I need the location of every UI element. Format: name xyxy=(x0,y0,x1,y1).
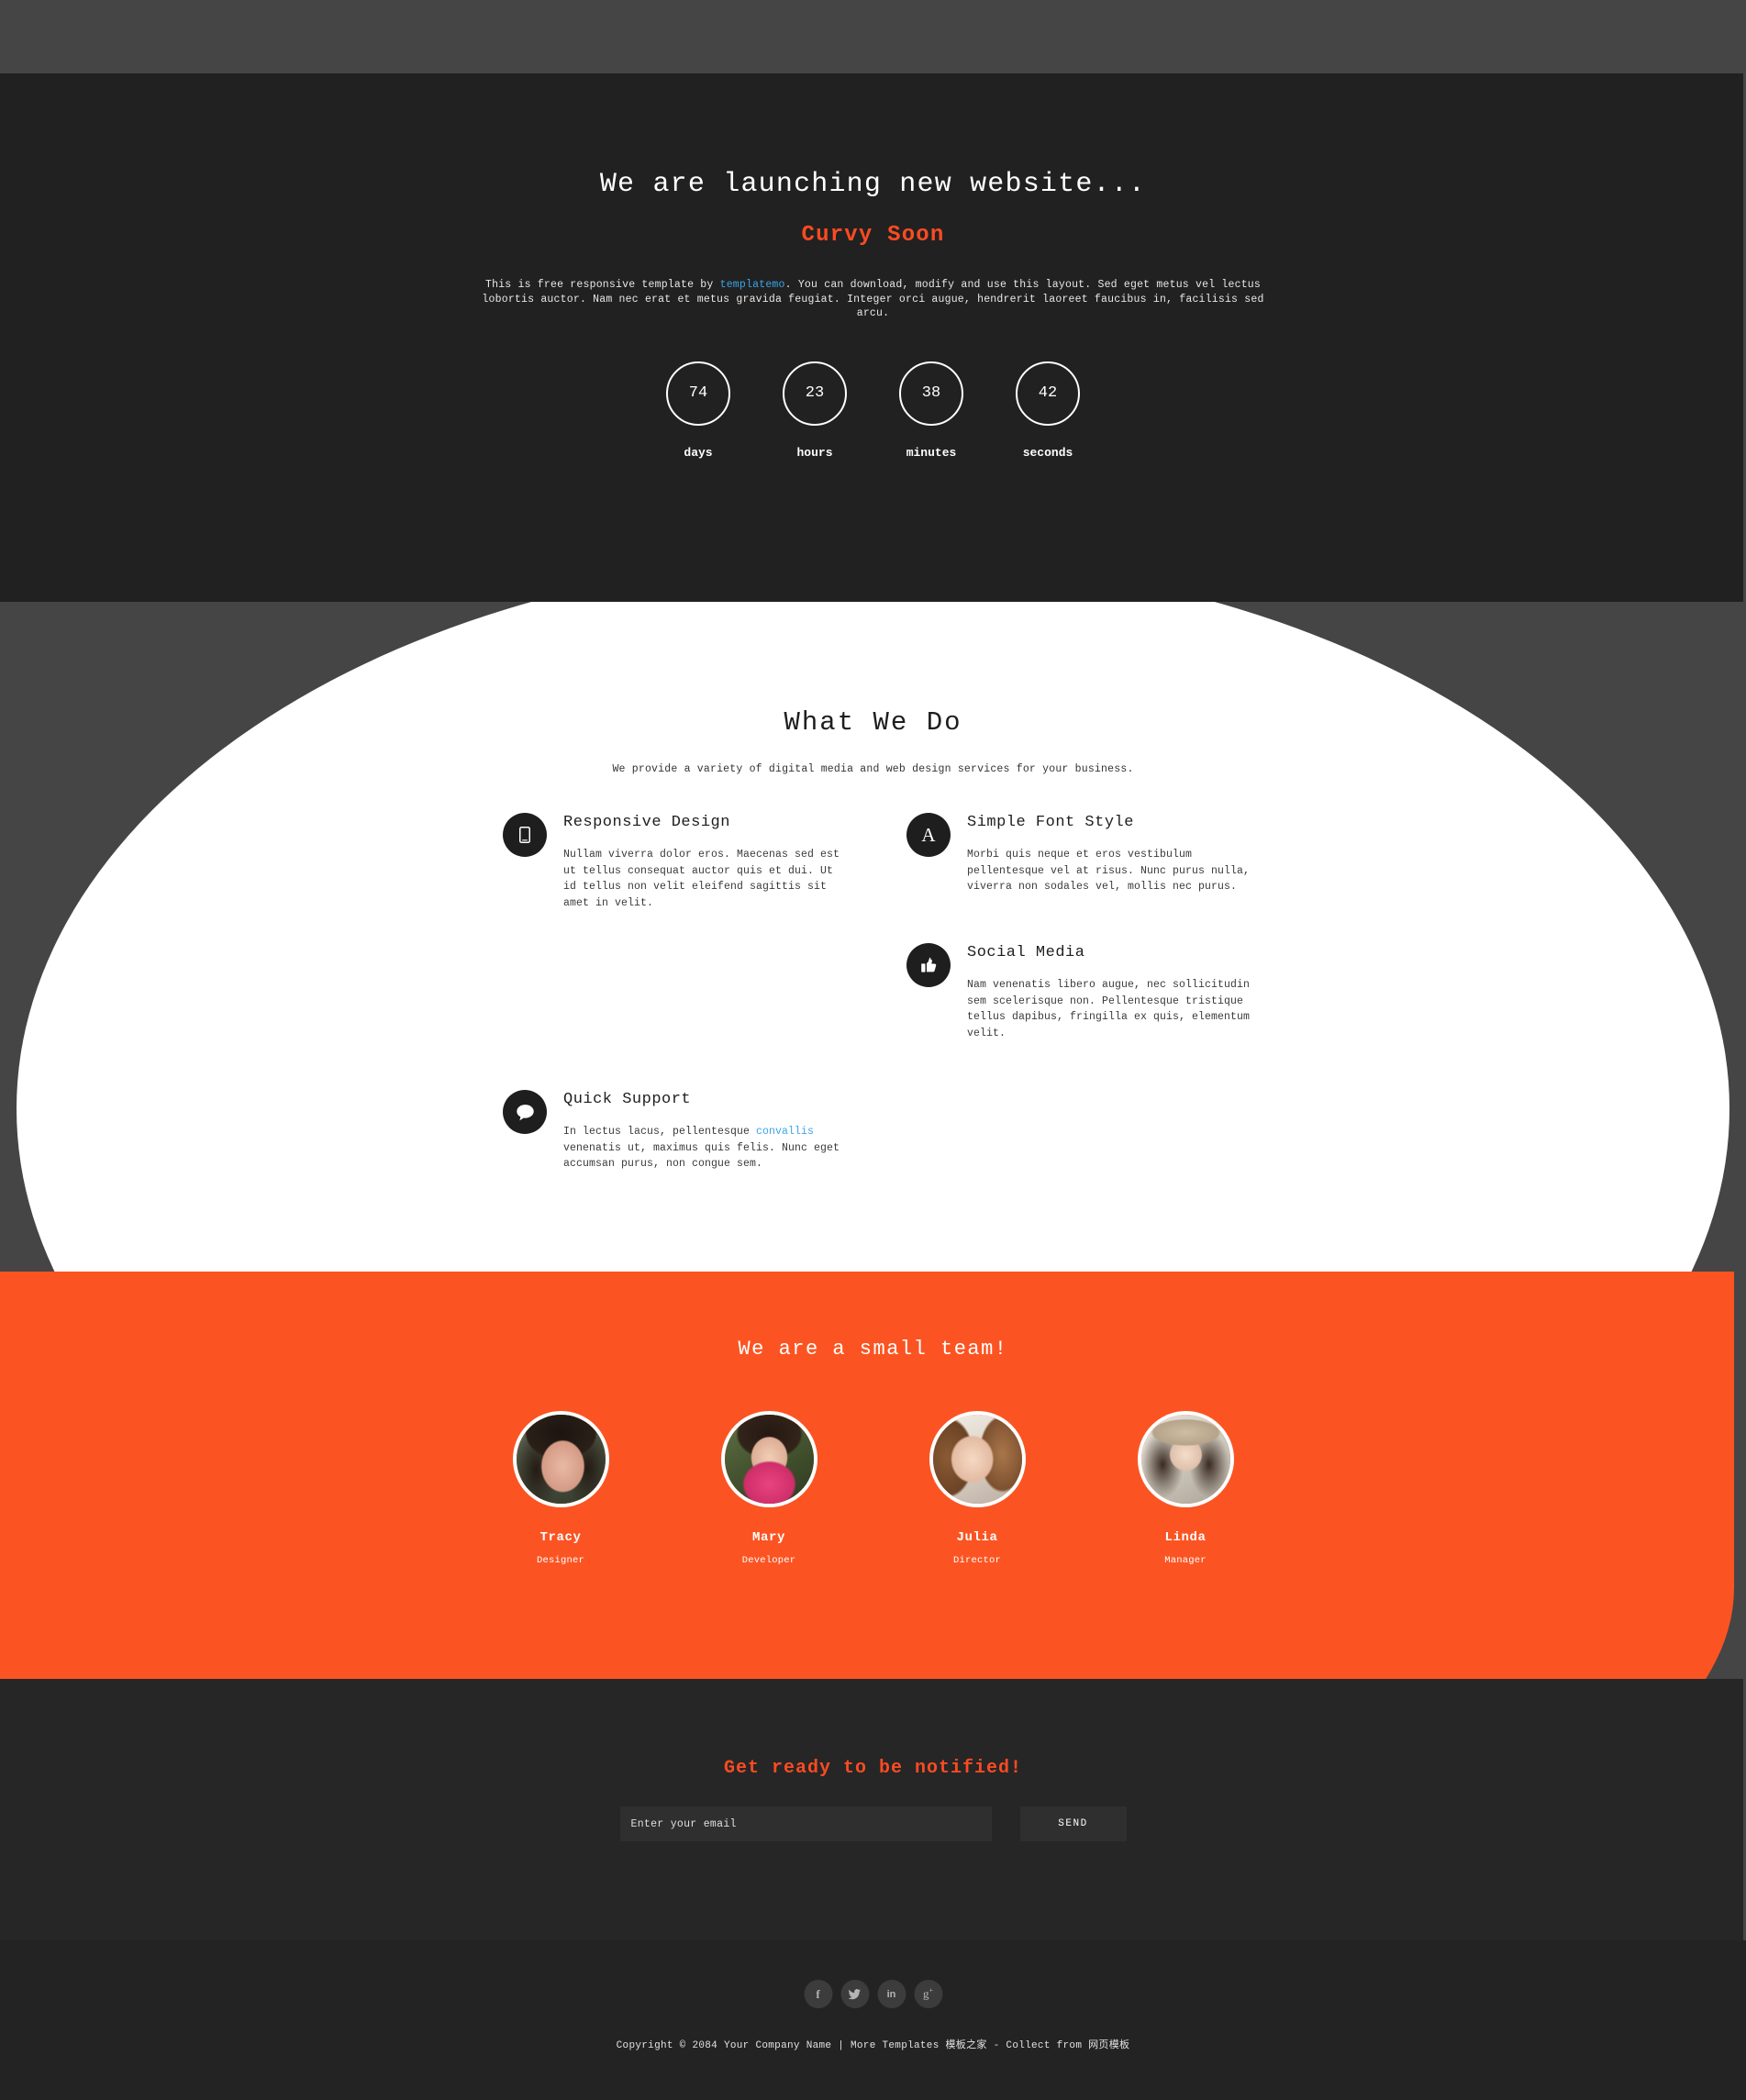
feature-title: Social Media xyxy=(967,944,1085,961)
thumbs-up-icon xyxy=(906,943,951,987)
team-member-julia: Julia Director xyxy=(907,1411,1048,1566)
member-name: Julia xyxy=(956,1530,998,1545)
feature-social-media: Social Media Nam venenatis libero augue,… xyxy=(906,941,1255,1041)
feature-text: Morbi quis neque et eros vestibulum pell… xyxy=(967,849,1251,894)
services-section: What We Do We provide a variety of digit… xyxy=(0,602,1746,1272)
team-member-list: Tracy Designer Mary Developer Julia Dire… xyxy=(491,1411,1256,1566)
team-title: We are a small team! xyxy=(738,1338,1008,1361)
mobile-icon xyxy=(503,813,547,857)
countdown-days-value: 74 xyxy=(666,361,730,426)
avatar xyxy=(720,1411,817,1507)
feature-text: In lectus lacus, pellentesque convallis … xyxy=(563,1124,851,1172)
twitter-icon[interactable] xyxy=(840,1980,869,2008)
countdown-timer: 74 days 23 hours 38 minutes 42 seconds xyxy=(666,361,1080,460)
member-name: Linda xyxy=(1164,1530,1207,1545)
team-member-tracy: Tracy Designer xyxy=(491,1411,631,1566)
team-member-mary: Mary Developer xyxy=(699,1411,840,1566)
services-title: What We Do xyxy=(784,707,962,738)
feature-text: Nullam viverra dolor eros. Maecenas sed … xyxy=(563,849,840,909)
countdown-minutes-label: minutes xyxy=(906,445,957,460)
hero-subtitle: Curvy Soon xyxy=(801,223,945,248)
feature-text: Nam venenatis libero augue, nec sollicit… xyxy=(967,979,1251,1039)
countdown-minutes-value: 38 xyxy=(899,361,963,426)
chat-bubble-icon xyxy=(503,1090,547,1134)
countdown-hours-label: hours xyxy=(796,445,833,460)
countdown-item-minutes: 38 minutes xyxy=(899,361,963,460)
send-button[interactable]: SEND xyxy=(1019,1806,1127,1841)
email-input[interactable] xyxy=(619,1806,992,1841)
social-links: f in g+ xyxy=(804,1980,942,2008)
top-strip xyxy=(0,0,1746,73)
avatar xyxy=(929,1411,1026,1507)
services-description: We provide a variety of digital media an… xyxy=(612,763,1134,775)
member-role: Manager xyxy=(1164,1555,1207,1566)
linkedin-icon[interactable]: in xyxy=(877,1980,906,2008)
newsletter-form: SEND xyxy=(619,1806,1127,1841)
avatar xyxy=(512,1411,609,1507)
font-letter-a-icon: A xyxy=(906,813,951,857)
footer-section: f in g+ Copyright © 2084 Your Company Na… xyxy=(0,1940,1746,2100)
feature-simple-font-style: A Simple Font Style Morbi quis neque et … xyxy=(906,811,1255,895)
hero-paragraph: This is free responsive template by temp… xyxy=(479,278,1268,321)
team-section: We are a small team! Tracy Designer Mary… xyxy=(0,1272,1746,1679)
countdown-hours-value: 23 xyxy=(783,361,847,426)
feature-quick-support: Quick Support In lectus lacus, pellentes… xyxy=(503,1088,851,1172)
member-name: Tracy xyxy=(539,1530,582,1545)
countdown-item-seconds: 42 seconds xyxy=(1016,361,1080,460)
team-member-linda: Linda Manager xyxy=(1116,1411,1256,1566)
member-role: Designer xyxy=(536,1555,584,1566)
hero-paragraph-before: This is free responsive template by xyxy=(484,279,720,291)
hero-section: We are launching new website... Curvy So… xyxy=(0,73,1746,602)
feature-text-after: venenatis ut, maximus quis felis. Nunc e… xyxy=(563,1141,840,1171)
feature-title: Quick Support xyxy=(563,1091,692,1108)
countdown-item-days: 74 days xyxy=(666,361,730,460)
avatar xyxy=(1137,1411,1234,1507)
feature-text-before: In lectus lacus, pellentesque xyxy=(563,1126,757,1138)
convallis-link[interactable]: convallis xyxy=(756,1126,814,1138)
copyright-text: Copyright © 2084 Your Company Name | Mor… xyxy=(616,2040,1130,2051)
member-name: Mary xyxy=(751,1530,785,1545)
feature-title: Simple Font Style xyxy=(967,814,1134,831)
countdown-seconds-value: 42 xyxy=(1016,361,1080,426)
member-role: Developer xyxy=(741,1555,796,1566)
newsletter-section: Get ready to be notified! SEND xyxy=(0,1679,1746,1940)
countdown-item-hours: 23 hours xyxy=(783,361,847,460)
newsletter-title: Get ready to be notified! xyxy=(723,1758,1023,1779)
google-plus-icon[interactable]: g+ xyxy=(914,1980,942,2008)
member-role: Director xyxy=(952,1555,1001,1566)
feature-title: Responsive Design xyxy=(563,814,730,831)
countdown-days-label: days xyxy=(684,445,713,460)
countdown-seconds-label: seconds xyxy=(1022,445,1073,460)
templatemo-link[interactable]: templatemo xyxy=(720,279,785,291)
hero-title: We are launching new website... xyxy=(599,169,1147,200)
page-root: We are launching new website... Curvy So… xyxy=(0,0,1746,2100)
feature-responsive-design: Responsive Design Nullam viverra dolor e… xyxy=(503,811,851,911)
facebook-icon[interactable]: f xyxy=(804,1980,832,2008)
